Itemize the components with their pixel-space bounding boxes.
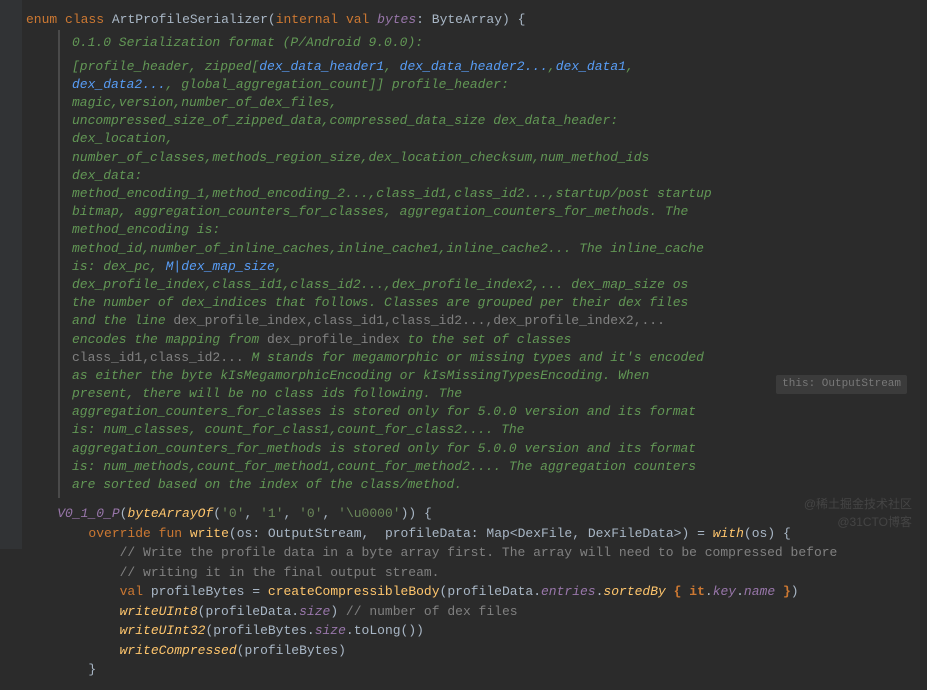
kdoc-body: [profile_header, zipped[dex_data_header1… bbox=[72, 58, 712, 495]
code-editor[interactable]: enum class ArtProfileSerializer(internal… bbox=[0, 0, 927, 690]
comment-line-2: // writing it in the final output stream… bbox=[26, 563, 917, 583]
comment-line-1: // Write the profile data in a byte arra… bbox=[26, 543, 917, 563]
watermark: @稀土掘金技术社区 @31CTO博客 bbox=[804, 495, 912, 531]
kdoc-intro: 0.1.0 Serialization format (P/Android 9.… bbox=[72, 34, 712, 52]
writeCompressed-line: writeCompressed(profileBytes) bbox=[26, 641, 917, 661]
inlay-hint: this: OutputStream bbox=[776, 375, 907, 394]
close-brace: } bbox=[26, 660, 917, 680]
override-fun: override fun write(os: OutputStream, pro… bbox=[26, 524, 917, 544]
val-profileBytes: val profileBytes = createCompressibleBod… bbox=[26, 582, 917, 602]
enum-declaration: enum class ArtProfileSerializer(internal… bbox=[26, 10, 917, 30]
writeUInt8-line: writeUInt8(profileData.size) // number o… bbox=[26, 602, 917, 622]
writeUInt32-line: writeUInt32(profileBytes.size.toLong()) bbox=[26, 621, 917, 641]
gutter bbox=[0, 0, 22, 549]
enum-entry: V0_1_0_P(byteArrayOf('0', '1', '0', '\u0… bbox=[26, 504, 917, 524]
kdoc-block: 0.1.0 Serialization format (P/Android 9.… bbox=[58, 30, 917, 499]
